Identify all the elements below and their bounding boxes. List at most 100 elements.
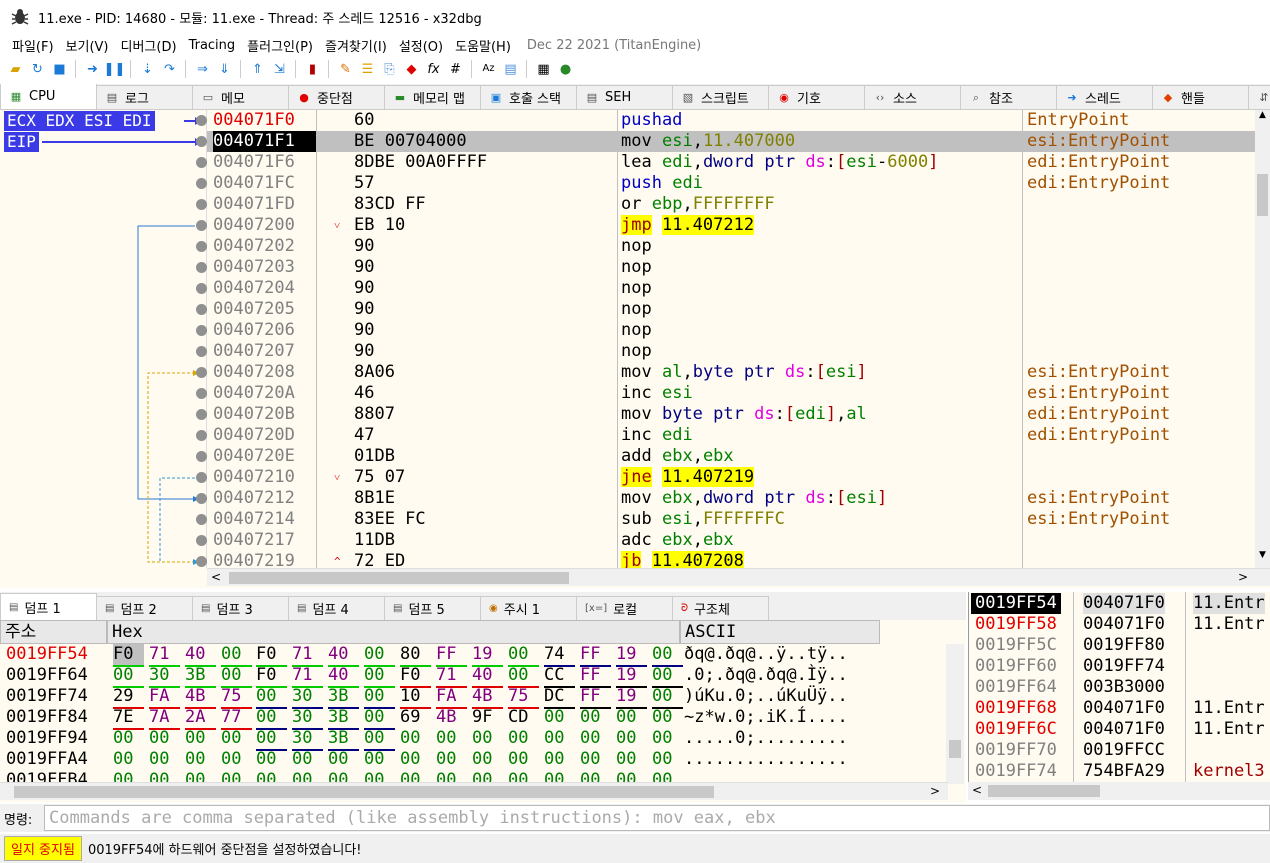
tab-breakpoint[interactable]: ● 중단점 [288, 85, 385, 109]
breakpoint-toggle[interactable] [196, 535, 207, 546]
run-to-user-code-icon[interactable]: ⇲ [270, 60, 289, 79]
disasm-row[interactable]: 00407207 90 nop [196, 341, 1255, 362]
tab-cpu[interactable]: ▦ CPU [0, 84, 97, 109]
menu-item-2[interactable]: 디버그(D) [115, 36, 183, 55]
dump-row[interactable]: 0019FFA4 00 00 00 00 00 00 00 00 00 00 00 00 00 00 00 00… [0, 749, 950, 770]
disasm-row[interactable]: 00407202 90 nop [196, 236, 1255, 257]
execute-till-return-icon[interactable]: ⇑ [248, 60, 267, 79]
breakpoint-toggle[interactable] [196, 283, 207, 294]
trace-over-icon[interactable]: ⇓ [215, 60, 234, 79]
stack-row[interactable]: 0019FF6C 004071F0 11.Entr [969, 719, 1270, 740]
run-icon[interactable]: ➜ [83, 60, 102, 79]
stack-row[interactable]: 0019FF74 754BFA29 kernel3 [969, 761, 1270, 782]
dump-tab-6[interactable]: [x=] 로컬 [576, 596, 673, 620]
stack-row[interactable]: 0019FF70 0019FFCC [969, 740, 1270, 761]
font-size-icon[interactable]: Az [479, 60, 498, 79]
dump-tab-4[interactable]: ▤ 덤프 5 [384, 596, 481, 620]
tab-trace[interactable]: ⇵T [1248, 85, 1270, 109]
disasm-row[interactable]: 004071F6 8DBE 00A0FFFF lea edi,dword ptr d… [196, 152, 1255, 173]
breakpoint-toggle[interactable] [196, 409, 207, 420]
menu-item-6[interactable]: 설정(O) [393, 36, 449, 55]
tab-seh[interactable]: ▤ SEH [576, 85, 673, 109]
stack-horizontal-scrollbar[interactable]: < [968, 782, 1270, 800]
menu-item-5[interactable]: 즐겨찾기(I) [319, 36, 393, 55]
dump-row[interactable]: 0019FF94 00 00 00 00 00 30 3B 00 00 00 00 00 00 00 00 00… [0, 728, 950, 751]
breakpoint-toggle[interactable] [196, 367, 207, 378]
stack-view[interactable]: 0019FF54 004071F0 11.Entr 0019FF58 004071F0 1… [968, 592, 1270, 800]
stack-row[interactable]: 0019FF64 003B3000 [969, 677, 1270, 698]
disasm-row[interactable]: 00407206 90 nop [196, 320, 1255, 341]
menu-item-7[interactable]: 도움말(H) [449, 36, 517, 55]
restart-icon[interactable]: ↻ [28, 60, 47, 79]
open-icon[interactable]: ▰ [6, 60, 25, 79]
disasm-row[interactable]: 004071F1 BE 00704000 mov esi,11.407000 esi:… [196, 131, 1255, 152]
stack-row[interactable]: 0019FF54 004071F0 11.Entr [969, 593, 1270, 614]
dump-tab-2[interactable]: ▤ 덤프 3 [192, 596, 289, 620]
disassembly-horizontal-scrollbar[interactable]: < > [207, 568, 1270, 586]
breakpoint-toggle[interactable] [196, 346, 207, 357]
dump-row[interactable]: 0019FF54 F0 71 40 00 F0 71 40 00 80 FF 19 00 74 FF 19 00… [0, 644, 950, 667]
dump-tab-1[interactable]: ▤ 덤프 2 [96, 596, 193, 620]
breakpoint-toggle[interactable] [196, 157, 207, 168]
dump-row[interactable]: 0019FF74 29 FA 4B 75 00 30 3B 00 10 FA 4B 75 DC FF 19 00… [0, 686, 950, 709]
help-icon[interactable]: ▤ [501, 60, 520, 79]
tab-log[interactable]: ▤ 로그 [96, 85, 193, 109]
disasm-row[interactable]: 004071FD 83CD FF or ebp,FFFFFFFF [196, 194, 1255, 215]
breakpoint-toggle[interactable] [196, 388, 207, 399]
disasm-row[interactable]: 00407214 83EE FC sub esi,FFFFFFFC esi:Entry… [196, 509, 1255, 530]
menu-item-3[interactable]: Tracing [183, 38, 242, 53]
breakpoint-toggle[interactable] [196, 514, 207, 525]
tab-script[interactable]: ▧ 스크립트 [672, 85, 769, 109]
tab-threads[interactable]: ➜ 스레드 [1056, 85, 1153, 109]
dump-tab-5[interactable]: ◉ 주시 1 [480, 596, 577, 620]
disasm-row[interactable]: 00407210 ˅ 75 07 jne 11.407219 [196, 467, 1255, 488]
disasm-row[interactable]: 0040720B 8807 mov byte ptr ds:[edi],al edi:… [196, 404, 1255, 425]
disasm-row[interactable]: 0040720A 46 inc esi esi:EntryPoint [196, 383, 1255, 404]
tab-handles[interactable]: ◆ 핸들 [1152, 85, 1249, 109]
pause-icon[interactable]: ❚❚ [104, 60, 126, 79]
breakpoint-toggle[interactable] [196, 304, 207, 315]
menu-item-1[interactable]: 보기(V) [60, 36, 115, 55]
command-input[interactable]: Commands are comma separated (like assem… [44, 805, 1270, 831]
breakpoint-toggle[interactable] [196, 430, 207, 441]
breakpoint-toggle[interactable] [196, 241, 207, 252]
menu-item-4[interactable]: 플러그인(P) [241, 36, 319, 55]
hash-icon[interactable]: # [446, 60, 465, 79]
disasm-row[interactable]: 00407217 11DB adc ebx,ebx [196, 530, 1255, 551]
tab-call-stack[interactable]: ▣ 호출 스택 [480, 85, 577, 109]
stack-row[interactable]: 0019FF5C 0019FF80 [969, 635, 1270, 656]
disasm-row[interactable]: 0040720D 47 inc edi edi:EntryPoint [196, 425, 1255, 446]
disasm-row[interactable]: 00407205 90 nop [196, 299, 1255, 320]
hex-dump-view[interactable]: 주소 Hex ASCII 0019FF54 F0 71 40 00 F0 71 40 00 80 F… [0, 620, 966, 802]
disasm-row[interactable]: 0040720E 01DB add ebx,ebx [196, 446, 1255, 467]
disasm-row[interactable]: 004071FC 57 push edi edi:EntryPoint [196, 173, 1255, 194]
calculator-icon[interactable]: ▦ [534, 60, 553, 79]
step-into-icon[interactable]: ⇣ [138, 60, 157, 79]
patch-icon[interactable]: ✎ [336, 60, 355, 79]
stack-row[interactable]: 0019FF60 0019FF74 [969, 656, 1270, 677]
dump-horizontal-scrollbar[interactable]: > [0, 782, 948, 800]
scylla-icon[interactable]: ▮ [303, 60, 322, 79]
tab-symbols[interactable]: ◉ 기호 [768, 85, 865, 109]
trace-into-icon[interactable]: ⇒ [193, 60, 212, 79]
stop-icon[interactable]: ■ [50, 60, 69, 79]
stack-row[interactable]: 0019FF58 004071F0 11.Entr [969, 614, 1270, 635]
disasm-row[interactable]: 00407200 ˅ EB 10 jmp 11.407212 [196, 215, 1255, 236]
breakpoint-toggle[interactable] [196, 199, 207, 210]
breakpoint-toggle[interactable] [196, 493, 207, 504]
tab-references[interactable]: ⌕ 참조 [960, 85, 1057, 109]
breakpoint-toggle[interactable] [196, 556, 207, 567]
breakpoint-toggle[interactable] [196, 472, 207, 483]
disasm-row[interactable]: 00407203 90 nop [196, 257, 1255, 278]
globe-icon[interactable]: ● [556, 60, 575, 79]
breakpoint-toggle[interactable] [196, 325, 207, 336]
breakpoint-toggle[interactable] [196, 220, 207, 231]
dump-row[interactable]: 0019FF64 00 30 3B 00 F0 71 40 00 F0 71 40 00 CC FF 19 00… [0, 665, 950, 688]
disassembly-view[interactable]: ECX EDX ESI EDI EIP 004071F0 60 pushad Entr… [0, 110, 1270, 588]
dump-vertical-scrollbar[interactable] [946, 644, 964, 784]
dump-tab-7[interactable]: ᘐ 구조체 [672, 596, 769, 620]
disassembly-vertical-scrollbar[interactable]: ▲ ▼ [1255, 110, 1270, 568]
disasm-row[interactable]: 00407208 8A06 mov al,byte ptr ds:[esi] esi:… [196, 362, 1255, 383]
breakpoint-toggle[interactable] [196, 178, 207, 189]
disasm-row[interactable]: 00407212 8B1E mov ebx,dword ptr ds:[esi] es… [196, 488, 1255, 509]
